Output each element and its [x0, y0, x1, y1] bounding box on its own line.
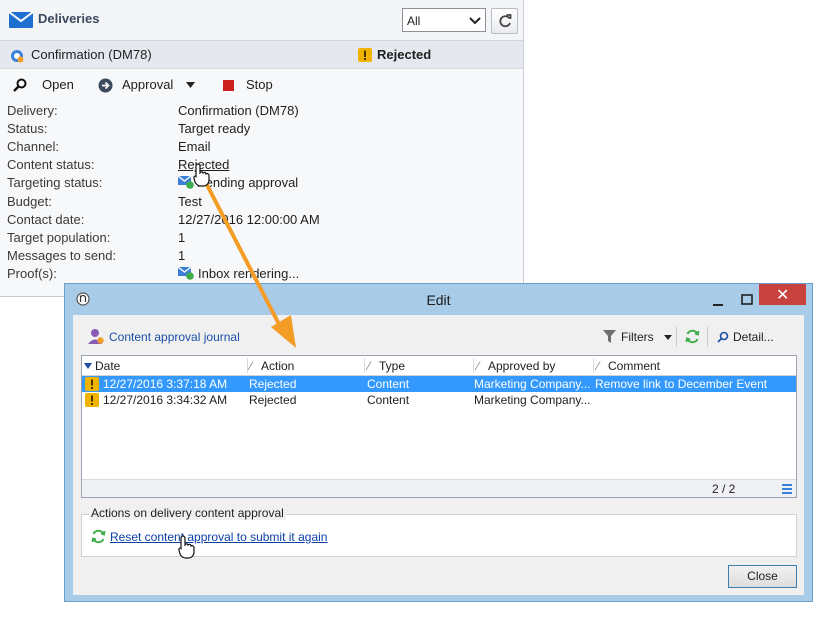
annotation-overlay	[204, 181, 296, 348]
hand-cursor-icon	[193, 163, 210, 187]
annotation-arrow	[204, 181, 284, 332]
hand-cursor-icon	[178, 535, 195, 559]
